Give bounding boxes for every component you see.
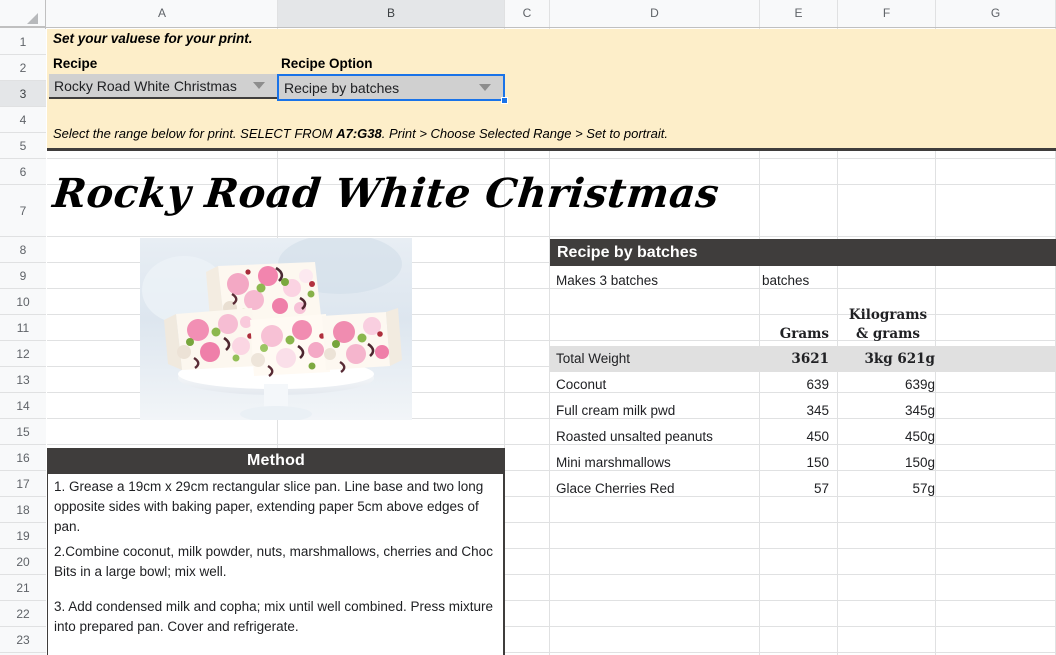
makes-batches-unit: batches [762, 273, 810, 288]
column-header-kilograms-line2: & grams [855, 326, 921, 342]
row-header-4[interactable]: 4 [0, 107, 46, 133]
ingredient-grams: 450 [806, 429, 829, 444]
row-header-9[interactable]: 9 [0, 263, 46, 289]
column-header-a[interactable]: A [47, 0, 278, 27]
column-header-strip: ABCDEFG [0, 0, 1056, 28]
control-panel-bottom-rule [47, 148, 1056, 151]
column-header-kilograms-line1: Kilograms [848, 307, 928, 323]
column-header-c[interactable]: C [505, 0, 550, 27]
row-header-18[interactable]: 18 [0, 497, 46, 523]
row-header-13[interactable]: 13 [0, 367, 46, 393]
row-header-12[interactable]: 12 [0, 341, 46, 367]
ingredient-grams: 57 [813, 481, 829, 496]
row-header-11[interactable]: 11 [0, 315, 46, 341]
recipe-photo [140, 238, 412, 420]
ingredient-name: Roasted unsalted peanuts [556, 429, 713, 444]
row-header-19[interactable]: 19 [0, 523, 46, 549]
recipe-option-dropdown[interactable]: Recipe by batches [277, 74, 505, 101]
row-header-1[interactable]: 1 [0, 29, 46, 55]
select-all-triangle-icon [27, 13, 38, 24]
recipe-field-label: Recipe [53, 56, 98, 71]
ingredient-name: Mini marshmallows [556, 455, 671, 470]
row-header-10[interactable]: 10 [0, 289, 46, 315]
recipe-option-dropdown-value: Recipe by batches [284, 79, 400, 96]
column-header-grams: Grams [779, 326, 829, 342]
print-instruction-suffix: . Print > Choose Selected Range > Set to… [381, 126, 668, 141]
ingredient-kilograms: 450g [904, 429, 935, 444]
row-header-23[interactable]: 23 [0, 627, 46, 653]
total-weight-kilograms: 3kg 621g [864, 351, 935, 367]
row-header-7[interactable]: 7 [0, 185, 46, 237]
column-header-f[interactable]: F [838, 0, 936, 27]
row-header-3[interactable]: 3 [0, 81, 46, 107]
total-weight-grams: 3621 [791, 351, 829, 367]
recipe-option-field-label: Recipe Option [281, 56, 373, 71]
selection-fill-handle[interactable] [501, 97, 508, 104]
select-all-corner[interactable] [0, 0, 46, 27]
total-weight-label: Total Weight [556, 351, 631, 366]
ingredient-name: Full cream milk pwd [556, 403, 676, 418]
chevron-down-icon [479, 84, 491, 91]
row-header-5[interactable]: 5 [0, 133, 46, 159]
ingredient-kilograms: 639g [904, 377, 935, 392]
ingredient-name: Coconut [556, 377, 607, 392]
ingredient-kilograms: 57g [912, 481, 935, 496]
column-header-e[interactable]: E [760, 0, 838, 27]
row-header-6[interactable]: 6 [0, 159, 46, 185]
ingredient-name: Glace Cherries Red [556, 481, 675, 496]
method-step-2: 2.Combine coconut, milk powder, nuts, ma… [54, 544, 493, 579]
row-header-8[interactable]: 8 [0, 237, 46, 263]
method-header-bar: Method [47, 448, 505, 474]
row-header-16[interactable]: 16 [0, 445, 46, 471]
column-header-b[interactable]: B [278, 0, 505, 27]
row-header-2[interactable]: 2 [0, 55, 46, 81]
ingredient-grams: 345 [806, 403, 829, 418]
gridline-horizontal [47, 444, 1056, 445]
spreadsheet-canvas: Set your valuese for your print. Recipe … [0, 0, 1056, 655]
row-header-22[interactable]: 22 [0, 601, 46, 627]
method-step-1: 1. Grease a 19cm x 29cm rectangular slic… [54, 479, 484, 534]
row-header-14[interactable]: 14 [0, 393, 46, 419]
ingredient-grams: 150 [806, 455, 829, 470]
recipe-dropdown[interactable]: Rocky Road White Christmas [49, 74, 277, 99]
print-instruction-prefix: Select the range below for print. SELECT… [53, 126, 337, 141]
row-header-20[interactable]: 20 [0, 549, 46, 575]
column-header-g[interactable]: G [936, 0, 1056, 27]
ingredient-grams: 639 [806, 377, 829, 392]
method-step-3: 3. Add condensed milk and copha; mix unt… [54, 599, 493, 634]
row-header-gutter: 123456789101112131415161718192021222324 [0, 28, 46, 655]
ingredients-header-bar: Recipe by batches [550, 239, 1056, 266]
chevron-down-icon [253, 82, 265, 89]
row-header-21[interactable]: 21 [0, 575, 46, 601]
recipe-dropdown-value: Rocky Road White Christmas [54, 77, 237, 94]
row-header-15[interactable]: 15 [0, 419, 46, 445]
makes-batches-label: Makes 3 batches [556, 273, 659, 288]
ingredients-heading: Recipe by batches [557, 243, 698, 261]
print-range-instruction: Select the range below for print. SELECT… [53, 126, 668, 141]
row-header-17[interactable]: 17 [0, 471, 46, 497]
method-heading: Method [246, 452, 306, 469]
gridline-horizontal [47, 236, 1056, 237]
recipe-photo-illustration [140, 238, 412, 420]
print-instruction-range: A7:G38 [336, 126, 382, 141]
ingredient-kilograms: 345g [904, 403, 935, 418]
column-header-d[interactable]: D [550, 0, 760, 27]
ingredient-kilograms: 150g [904, 455, 935, 470]
gridline-horizontal [47, 158, 1056, 159]
panel-instruction-title: Set your valuese for your print. [53, 31, 253, 46]
recipe-title: Rocky Road White Christmas [50, 170, 722, 217]
